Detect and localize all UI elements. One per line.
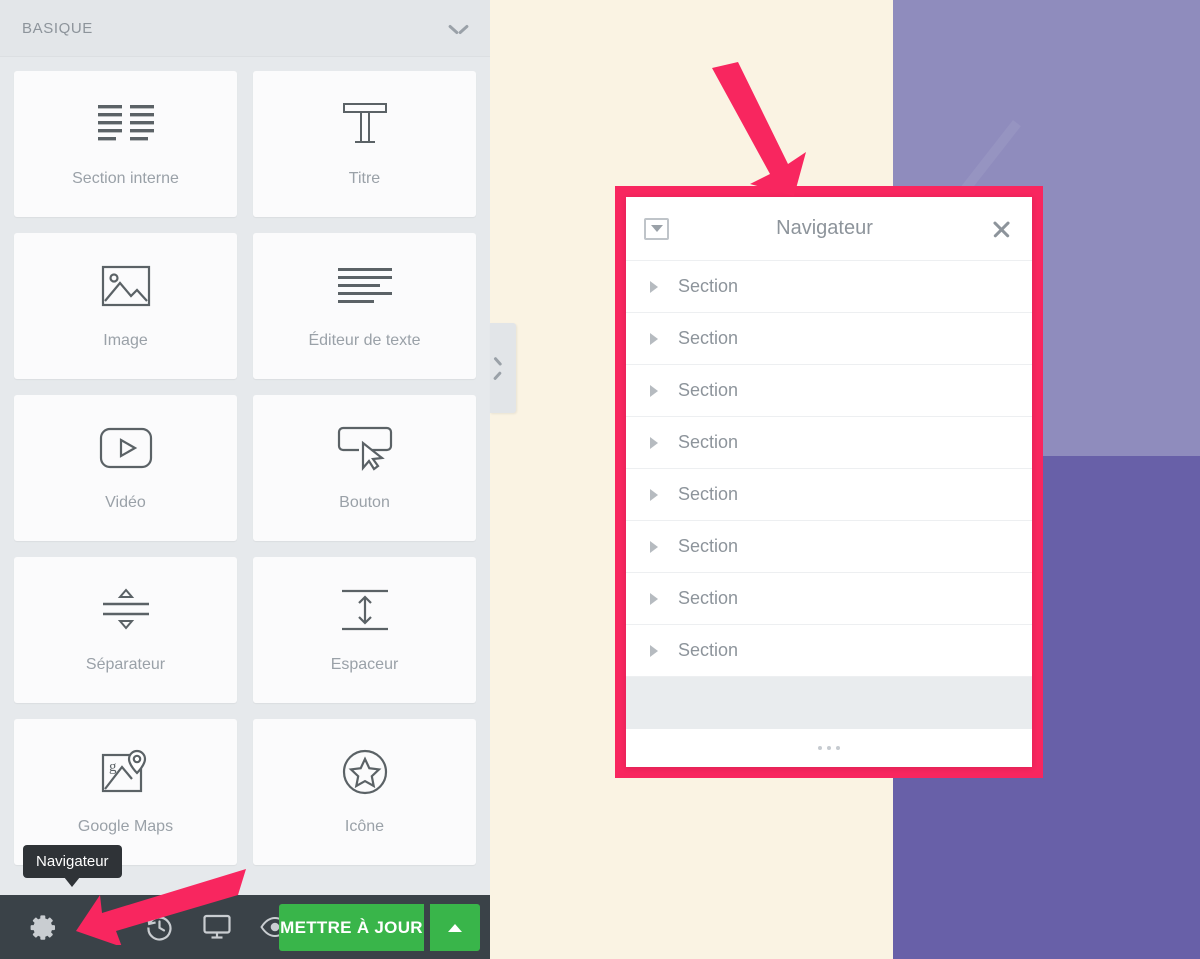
sidebar-collapse-tab[interactable] xyxy=(490,323,516,413)
list-item[interactable]: Section xyxy=(626,313,1032,365)
widget-tile-video[interactable]: Vidéo xyxy=(14,395,237,541)
list-item-label: Section xyxy=(678,588,739,608)
widget-tile-grid: Section interne Titre Image Éditeur de t… xyxy=(0,57,490,865)
list-item[interactable]: Section xyxy=(626,365,1032,417)
close-x-icon[interactable] xyxy=(988,216,1014,242)
widget-tile-label: Éditeur de texte xyxy=(308,332,421,349)
navigator-panel-title: Navigateur xyxy=(776,217,873,239)
widget-tile-label: Séparateur xyxy=(85,656,166,673)
drag-dots-icon xyxy=(836,746,840,750)
widget-tile-espaceur[interactable]: Espaceur xyxy=(253,557,476,703)
widget-tile-image[interactable]: Image xyxy=(14,233,237,379)
widget-tile-section-interne[interactable]: Section interne xyxy=(14,71,237,217)
list-item[interactable]: Section xyxy=(626,521,1032,573)
divider-icon xyxy=(99,586,153,634)
list-item[interactable]: Section xyxy=(626,573,1032,625)
inner-section-icon xyxy=(97,100,154,148)
widget-tile-label: Bouton xyxy=(339,494,390,511)
widget-tile-label: Titre xyxy=(348,170,381,187)
triangle-right-icon[interactable] xyxy=(650,540,658,553)
navigator-tooltip: Navigateur xyxy=(23,845,122,887)
triangle-right-icon[interactable] xyxy=(650,592,658,605)
navigator-panel-highlight: Navigateur Section Section Section Secti… xyxy=(615,186,1043,778)
list-item-label: Section xyxy=(678,536,739,556)
list-item-label: Section xyxy=(678,432,739,452)
navigator-panel: Navigateur Section Section Section Secti… xyxy=(626,197,1032,767)
svg-text:g: g xyxy=(109,759,117,775)
chevron-down-icon[interactable] xyxy=(449,23,468,34)
heading-t-icon xyxy=(341,100,389,148)
widget-tile-label: Icône xyxy=(344,818,385,835)
image-icon xyxy=(101,262,151,310)
widget-tile-editeur-de-texte[interactable]: Éditeur de texte xyxy=(253,233,476,379)
drag-dots-icon xyxy=(827,746,831,750)
widget-tile-separateur[interactable]: Séparateur xyxy=(14,557,237,703)
text-editor-icon xyxy=(337,262,392,310)
widget-tile-icone[interactable]: Icône xyxy=(253,719,476,865)
navigator-empty-area xyxy=(626,677,1032,729)
button-cursor-icon xyxy=(337,424,393,472)
list-item[interactable]: Section xyxy=(626,417,1032,469)
list-item[interactable]: Section xyxy=(626,261,1032,313)
navigator-resize-handle[interactable] xyxy=(626,729,1032,767)
chevron-left-icon xyxy=(498,359,509,377)
editor-bottom-toolbar: METTRE À JOUR xyxy=(0,895,490,959)
video-play-icon xyxy=(99,424,153,472)
triangle-right-icon[interactable] xyxy=(650,488,658,501)
list-item-label: Section xyxy=(678,380,739,400)
layers-navigator-icon[interactable] xyxy=(72,895,130,959)
panel-header-basique[interactable]: BASIQUE xyxy=(0,0,490,57)
update-dropdown-button[interactable] xyxy=(428,904,480,951)
triangle-right-icon[interactable] xyxy=(650,280,658,293)
triangle-right-icon[interactable] xyxy=(650,436,658,449)
widget-tile-label: Vidéo xyxy=(105,494,146,511)
list-item[interactable]: Section xyxy=(626,625,1032,677)
triangle-right-icon[interactable] xyxy=(650,384,658,397)
widget-tile-label: Google Maps xyxy=(77,818,174,835)
star-circle-icon xyxy=(341,748,389,796)
triangle-up-icon xyxy=(448,923,462,932)
triangle-right-icon[interactable] xyxy=(650,644,658,657)
widget-tile-label: Section interne xyxy=(72,170,179,187)
list-item-label: Section xyxy=(678,328,739,348)
google-maps-icon: g xyxy=(100,748,152,796)
widget-tile-label: Espaceur xyxy=(330,656,399,673)
list-item-label: Section xyxy=(678,484,739,504)
list-item[interactable]: Section xyxy=(626,469,1032,521)
elements-sidebar: BASIQUE Section interne Titre Image Édit… xyxy=(0,0,490,959)
list-item-label: Section xyxy=(678,640,739,660)
list-item-label: Section xyxy=(678,276,739,296)
settings-gear-icon[interactable] xyxy=(14,895,72,959)
navigator-panel-header: Navigateur xyxy=(626,197,1032,261)
widget-tile-label: Image xyxy=(103,332,148,349)
responsive-monitor-icon[interactable] xyxy=(188,895,246,959)
update-button[interactable]: METTRE À JOUR xyxy=(279,904,424,951)
triangle-right-icon[interactable] xyxy=(650,332,658,345)
widget-tile-bouton[interactable]: Bouton xyxy=(253,395,476,541)
widget-tile-titre[interactable]: Titre xyxy=(253,71,476,217)
spacer-icon xyxy=(338,586,392,634)
navigator-section-list: Section Section Section Section Section … xyxy=(626,261,1032,677)
panel-header-title: BASIQUE xyxy=(22,19,93,37)
history-clock-icon[interactable] xyxy=(130,895,188,959)
drag-dots-icon xyxy=(818,746,822,750)
widget-tile-google-maps[interactable]: g Google Maps xyxy=(14,719,237,865)
